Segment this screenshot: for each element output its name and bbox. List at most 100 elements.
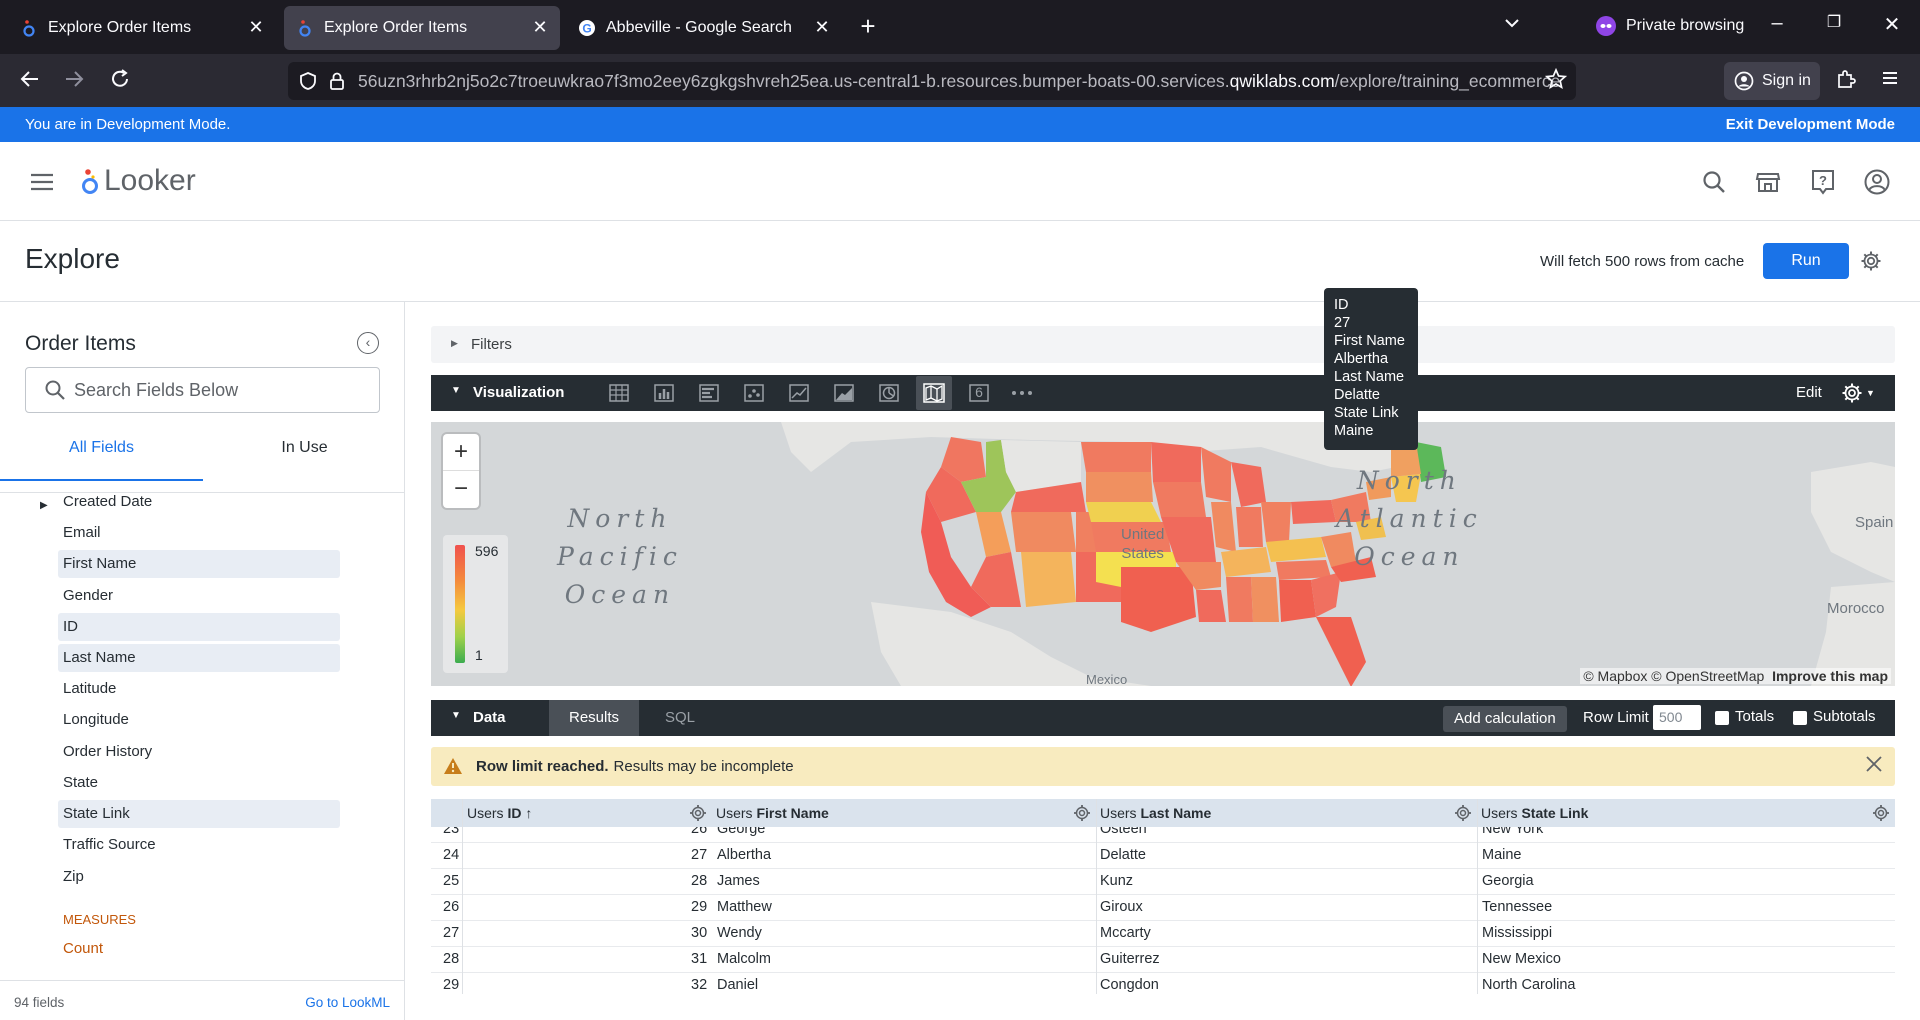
subtotals-checkbox[interactable] (1793, 711, 1807, 725)
search-fields-input[interactable]: Search Fields Below (25, 367, 380, 413)
minimize-window-button[interactable]: – (1765, 12, 1789, 35)
field-first-name[interactable]: First Name (58, 550, 340, 578)
collapse-sidebar-icon[interactable]: ‹ (357, 332, 379, 354)
field-traffic-source[interactable]: Traffic Source (58, 831, 340, 859)
caret-down-icon[interactable]: ▼ (451, 385, 461, 396)
cell-state-link[interactable]: Mississippi (1482, 925, 1552, 941)
add-calculation-button[interactable]: Add calculation (1443, 706, 1567, 732)
sign-in-button[interactable]: Sign in (1724, 62, 1820, 100)
tab-results[interactable]: Results (549, 700, 640, 736)
extensions-puzzle-icon[interactable] (1834, 68, 1858, 96)
back-arrow-icon[interactable] (18, 68, 42, 96)
close-icon[interactable] (1865, 755, 1883, 777)
table-row[interactable]: 25 28 James Kunz Georgia (431, 869, 1895, 895)
go-to-lookml-link[interactable]: Go to LookML (305, 995, 390, 1010)
new-tab-button[interactable]: + (856, 13, 880, 39)
explore-settings-gear-icon[interactable] (1860, 250, 1882, 277)
column-header-users-first-name[interactable]: Users First Name (716, 805, 829, 821)
close-tab-icon[interactable]: ✕ (530, 17, 550, 37)
looker-logo[interactable]: Looker (80, 164, 196, 198)
field-email[interactable]: Email (58, 519, 340, 547)
filters-section[interactable]: ▶ Filters (431, 326, 1895, 363)
caret-right-icon[interactable]: ▶ (40, 500, 48, 511)
line-chart-icon[interactable] (786, 380, 812, 406)
cell-state-link[interactable]: Tennessee (1482, 899, 1552, 915)
field-count-measure[interactable]: Count (63, 940, 103, 957)
app-menu-hamburger-icon[interactable] (1878, 68, 1902, 94)
restore-window-button[interactable]: ❐ (1822, 12, 1846, 32)
run-button[interactable]: Run (1763, 243, 1849, 279)
field-id[interactable]: ID (58, 613, 340, 641)
table-row[interactable]: 29 32 Daniel Congdon North Carolina (431, 973, 1895, 994)
field-gender[interactable]: Gender (58, 582, 340, 610)
tab-in-use[interactable]: In Use (203, 439, 406, 469)
visualization-settings-gear-icon[interactable]: ▼ (1841, 382, 1875, 404)
cell-state-link[interactable]: New York (1482, 827, 1543, 837)
help-icon[interactable]: ? (1809, 168, 1837, 196)
map-chart-icon[interactable] (916, 376, 952, 410)
bar-chart-icon[interactable] (696, 380, 722, 406)
field-latitude[interactable]: Latitude (58, 675, 340, 703)
area-chart-icon[interactable] (831, 380, 857, 406)
address-bar[interactable]: 56uzn3rhrb2nj5o2c7troeuwkrao7f3mo2eey6zg… (288, 62, 1576, 100)
caret-down-icon[interactable]: ▼ (451, 710, 461, 721)
field-state-link[interactable]: State Link (58, 800, 340, 828)
scatter-chart-icon[interactable] (741, 380, 767, 406)
field-longitude[interactable]: Longitude (58, 706, 340, 734)
pie-chart-icon[interactable] (876, 380, 902, 406)
tracking-shield-icon[interactable] (298, 71, 318, 91)
browser-tab-active[interactable]: Explore Order Items ✕ (284, 6, 560, 50)
column-header-users-id[interactable]: Users ID ↑ (467, 805, 532, 821)
cell-state-link[interactable]: Georgia (1482, 873, 1534, 889)
tab-all-fields[interactable]: All Fields (0, 439, 203, 481)
forward-arrow-icon[interactable] (62, 68, 86, 96)
totals-checkbox[interactable] (1715, 711, 1729, 725)
cell-state-link[interactable]: Maine (1482, 847, 1522, 863)
data-label[interactable]: Data (473, 709, 506, 726)
close-window-button[interactable]: ✕ (1880, 12, 1904, 37)
column-header-users-state-link[interactable]: Users State Link (1481, 805, 1588, 821)
column-gear-icon[interactable] (1073, 804, 1091, 822)
row-limit-input[interactable]: 500 (1653, 705, 1701, 730)
field-order-history[interactable]: Order History (58, 738, 340, 766)
visualization-label[interactable]: Visualization (473, 384, 564, 401)
field-zip[interactable]: Zip (58, 863, 340, 891)
field-last-name[interactable]: Last Name (58, 644, 340, 672)
improve-map-link[interactable]: Improve this map (1772, 668, 1888, 684)
table-row[interactable]: 23 26 George Osteen New York (431, 827, 1895, 843)
bookmark-star-icon[interactable] (1544, 67, 1568, 96)
more-charts-ellipsis-icon[interactable] (1009, 380, 1035, 406)
table-row[interactable]: 26 29 Matthew Giroux Tennessee (431, 895, 1895, 921)
tab-sql[interactable]: SQL (645, 700, 715, 736)
user-account-icon[interactable] (1863, 168, 1891, 196)
close-tab-icon[interactable]: ✕ (246, 17, 266, 37)
cell-state-link[interactable]: North Carolina (1482, 977, 1576, 993)
marketplace-store-icon[interactable] (1754, 168, 1782, 196)
reload-icon[interactable] (108, 68, 132, 96)
table-row[interactable]: 28 31 Malcolm Guiterrez New Mexico (431, 947, 1895, 973)
table-row[interactable]: 24 27 Albertha Delatte Maine (431, 843, 1895, 869)
column-gear-icon[interactable] (1872, 804, 1890, 822)
attribution-text[interactable]: © Mapbox © OpenStreetMap (1583, 668, 1764, 684)
zoom-in-button[interactable]: + (443, 434, 479, 471)
main-menu-hamburger-icon[interactable] (30, 172, 54, 197)
zoom-out-button[interactable]: − (443, 471, 479, 508)
search-icon[interactable] (1700, 168, 1728, 196)
cell-state-link[interactable]: New Mexico (1482, 951, 1561, 967)
edit-visualization-link[interactable]: Edit (1796, 384, 1822, 401)
table-row[interactable]: 27 30 Wendy Mccarty Mississippi (431, 921, 1895, 947)
list-tabs-chevron-icon[interactable] (1500, 14, 1524, 38)
exit-development-mode-link[interactable]: Exit Development Mode (1726, 116, 1895, 133)
close-tab-icon[interactable]: ✕ (812, 17, 832, 37)
browser-tab[interactable]: G Abbeville - Google Search ✕ (566, 6, 842, 50)
column-chart-icon[interactable] (651, 380, 677, 406)
column-header-users-last-name[interactable]: Users Last Name (1100, 805, 1211, 821)
field-created-date[interactable]: Created Date (58, 488, 340, 516)
choropleth-map[interactable]: + − 596 1 North Pacific Ocean North Atla… (431, 422, 1895, 686)
browser-tab[interactable]: Explore Order Items ✕ (8, 6, 276, 50)
column-gear-icon[interactable] (689, 804, 707, 822)
single-value-chart-icon[interactable]: 6 (966, 380, 992, 406)
field-state[interactable]: State (58, 769, 340, 797)
table-chart-icon[interactable] (606, 380, 632, 406)
column-gear-icon[interactable] (1454, 804, 1472, 822)
